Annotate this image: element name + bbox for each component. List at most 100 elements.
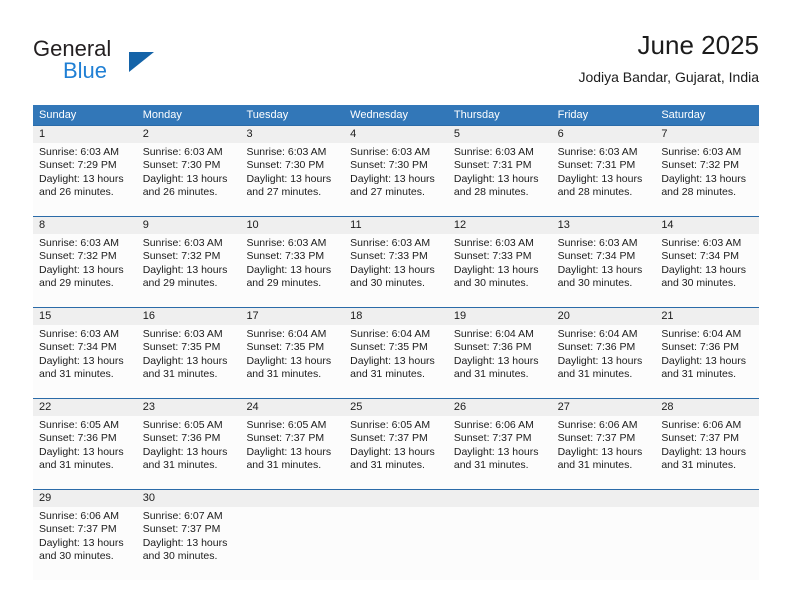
- daylight-text-line1: Daylight: 13 hours: [557, 172, 643, 185]
- day-number[interactable]: 28: [655, 399, 759, 416]
- day-cell[interactable]: Sunrise: 6:05 AM Sunset: 7:37 PM Dayligh…: [344, 416, 448, 489]
- day-number[interactable]: 16: [137, 308, 241, 325]
- sunrise-text: Sunrise: 6:03 AM: [142, 328, 223, 340]
- generalblue-logo[interactable]: General Blue: [33, 36, 213, 88]
- week-detail-band: Sunrise: 6:03 AM Sunset: 7:34 PM Dayligh…: [33, 325, 759, 398]
- day-number[interactable]: 30: [137, 490, 241, 507]
- daylight-text-line2: and 31 minutes.: [39, 367, 114, 380]
- sunrise-text: Sunrise: 6:06 AM: [661, 419, 742, 431]
- day-number[interactable]: 21: [655, 308, 759, 325]
- day-number[interactable]: 29: [33, 490, 137, 507]
- day-number[interactable]: 9: [137, 217, 241, 234]
- day-cell[interactable]: Sunrise: 6:03 AM Sunset: 7:32 PM Dayligh…: [655, 143, 759, 216]
- weekday-header-friday: Friday: [557, 109, 589, 121]
- day-cell[interactable]: Sunrise: 6:06 AM Sunset: 7:37 PM Dayligh…: [655, 416, 759, 489]
- sunrise-text: Sunrise: 6:03 AM: [661, 146, 742, 158]
- day-cell[interactable]: Sunrise: 6:04 AM Sunset: 7:36 PM Dayligh…: [655, 325, 759, 398]
- day-number[interactable]: 7: [655, 126, 759, 143]
- daylight-text-line1: Daylight: 13 hours: [39, 536, 124, 549]
- day-cell[interactable]: Sunrise: 6:03 AM Sunset: 7:30 PM Dayligh…: [137, 143, 241, 216]
- sunset-text: Sunset: 7:37 PM: [557, 432, 636, 445]
- day-cell[interactable]: Sunrise: 6:06 AM Sunset: 7:37 PM Dayligh…: [448, 416, 552, 489]
- day-number[interactable]: 18: [344, 308, 448, 325]
- daylight-text-line2: and 30 minutes.: [453, 276, 529, 289]
- day-number[interactable]: 14: [655, 217, 759, 234]
- day-number[interactable]: 1: [33, 126, 137, 143]
- day-cell[interactable]: Sunrise: 6:03 AM Sunset: 7:30 PM Dayligh…: [344, 143, 448, 216]
- day-number[interactable]: 6: [552, 126, 656, 143]
- day-cell[interactable]: Sunrise: 6:03 AM Sunset: 7:34 PM Dayligh…: [33, 325, 137, 398]
- day-cell[interactable]: Sunrise: 6:03 AM Sunset: 7:30 PM Dayligh…: [240, 143, 344, 216]
- day-number[interactable]: 11: [344, 217, 448, 234]
- sunrise-text: Sunrise: 6:03 AM: [557, 237, 638, 249]
- sunrise-text: Sunrise: 6:04 AM: [246, 328, 327, 340]
- day-cell[interactable]: Sunrise: 6:04 AM Sunset: 7:36 PM Dayligh…: [552, 325, 656, 398]
- day-cell[interactable]: Sunrise: 6:03 AM Sunset: 7:35 PM Dayligh…: [137, 325, 241, 398]
- day-number[interactable]: 4: [344, 126, 448, 143]
- daylight-text-line1: Daylight: 13 hours: [246, 263, 332, 276]
- daylight-text-line2: and 31 minutes.: [661, 367, 737, 380]
- day-cell[interactable]: Sunrise: 6:07 AM Sunset: 7:37 PM Dayligh…: [137, 507, 241, 580]
- day-cell[interactable]: Sunrise: 6:03 AM Sunset: 7:33 PM Dayligh…: [448, 234, 552, 307]
- week-date-band: 8 9 10 11 12 13 14: [33, 217, 759, 234]
- day-number[interactable]: 15: [33, 308, 137, 325]
- day-number[interactable]: 20: [552, 308, 656, 325]
- sunset-text: Sunset: 7:30 PM: [246, 159, 325, 172]
- page-title: June 2025: [637, 30, 759, 60]
- day-cell[interactable]: Sunrise: 6:06 AM Sunset: 7:37 PM Dayligh…: [552, 416, 656, 489]
- sunrise-text: Sunrise: 6:03 AM: [142, 146, 223, 158]
- sunrise-text: Sunrise: 6:04 AM: [453, 328, 534, 340]
- day-cell[interactable]: Sunrise: 6:04 AM Sunset: 7:36 PM Dayligh…: [448, 325, 552, 398]
- day-cell[interactable]: Sunrise: 6:05 AM Sunset: 7:36 PM Dayligh…: [137, 416, 241, 489]
- day-number[interactable]: 17: [240, 308, 344, 325]
- day-cell[interactable]: Sunrise: 6:03 AM Sunset: 7:34 PM Dayligh…: [552, 234, 656, 307]
- daylight-text-line1: Daylight: 13 hours: [557, 354, 643, 367]
- day-number[interactable]: 19: [448, 308, 552, 325]
- day-number[interactable]: 22: [33, 399, 137, 416]
- sunrise-text: Sunrise: 6:03 AM: [453, 146, 534, 158]
- day-cell[interactable]: Sunrise: 6:03 AM Sunset: 7:33 PM Dayligh…: [240, 234, 344, 307]
- day-number[interactable]: 25: [344, 399, 448, 416]
- day-number[interactable]: 26: [448, 399, 552, 416]
- daylight-text-line1: Daylight: 13 hours: [142, 263, 228, 276]
- weekday-header-monday: Monday: [142, 109, 182, 121]
- day-number[interactable]: 8: [33, 217, 137, 234]
- day-cell[interactable]: Sunrise: 6:03 AM Sunset: 7:34 PM Dayligh…: [655, 234, 759, 307]
- daylight-text-line1: Daylight: 13 hours: [246, 445, 332, 458]
- daylight-text-line2: and 31 minutes.: [557, 367, 633, 380]
- week-detail-band: Sunrise: 6:03 AM Sunset: 7:32 PM Dayligh…: [33, 234, 759, 307]
- sunrise-text: Sunrise: 6:04 AM: [350, 328, 431, 340]
- sunrise-text: Sunrise: 6:03 AM: [350, 237, 431, 249]
- daylight-text-line1: Daylight: 13 hours: [350, 172, 435, 185]
- sunset-text: Sunset: 7:32 PM: [661, 159, 739, 172]
- daylight-text-line1: Daylight: 13 hours: [142, 354, 228, 367]
- day-cell[interactable]: Sunrise: 6:03 AM Sunset: 7:29 PM Dayligh…: [33, 143, 137, 216]
- week-detail-band: Sunrise: 6:06 AM Sunset: 7:37 PM Dayligh…: [33, 507, 759, 580]
- day-number[interactable]: 3: [240, 126, 344, 143]
- day-cell[interactable]: Sunrise: 6:03 AM Sunset: 7:31 PM Dayligh…: [552, 143, 656, 216]
- day-number[interactable]: 5: [448, 126, 552, 143]
- sunrise-text: Sunrise: 6:03 AM: [557, 146, 638, 158]
- daylight-text-line1: Daylight: 13 hours: [453, 354, 539, 367]
- day-cell[interactable]: Sunrise: 6:05 AM Sunset: 7:36 PM Dayligh…: [33, 416, 137, 489]
- day-cell[interactable]: Sunrise: 6:05 AM Sunset: 7:37 PM Dayligh…: [240, 416, 344, 489]
- day-number[interactable]: 12: [448, 217, 552, 234]
- day-number[interactable]: 2: [137, 126, 241, 143]
- calendar-week-row: 22 23 24 25 26 27 28 Sunrise: 6:05 AM Su…: [33, 398, 759, 489]
- day-cell[interactable]: Sunrise: 6:03 AM Sunset: 7:32 PM Dayligh…: [137, 234, 241, 307]
- day-number[interactable]: 10: [240, 217, 344, 234]
- day-cell[interactable]: Sunrise: 6:03 AM Sunset: 7:32 PM Dayligh…: [33, 234, 137, 307]
- day-cell[interactable]: Sunrise: 6:03 AM Sunset: 7:33 PM Dayligh…: [344, 234, 448, 307]
- day-cell[interactable]: Sunrise: 6:06 AM Sunset: 7:37 PM Dayligh…: [33, 507, 137, 580]
- sunset-text: Sunset: 7:30 PM: [142, 159, 221, 172]
- day-number[interactable]: 13: [552, 217, 656, 234]
- day-cell[interactable]: Sunrise: 6:03 AM Sunset: 7:31 PM Dayligh…: [448, 143, 552, 216]
- day-number[interactable]: 24: [240, 399, 344, 416]
- daylight-text-line2: and 26 minutes.: [142, 185, 218, 198]
- daylight-text-line1: Daylight: 13 hours: [557, 263, 643, 276]
- day-cell[interactable]: Sunrise: 6:04 AM Sunset: 7:35 PM Dayligh…: [240, 325, 344, 398]
- daylight-text-line1: Daylight: 13 hours: [246, 172, 332, 185]
- day-cell[interactable]: Sunrise: 6:04 AM Sunset: 7:35 PM Dayligh…: [344, 325, 448, 398]
- day-number[interactable]: 27: [552, 399, 656, 416]
- day-number[interactable]: 23: [137, 399, 241, 416]
